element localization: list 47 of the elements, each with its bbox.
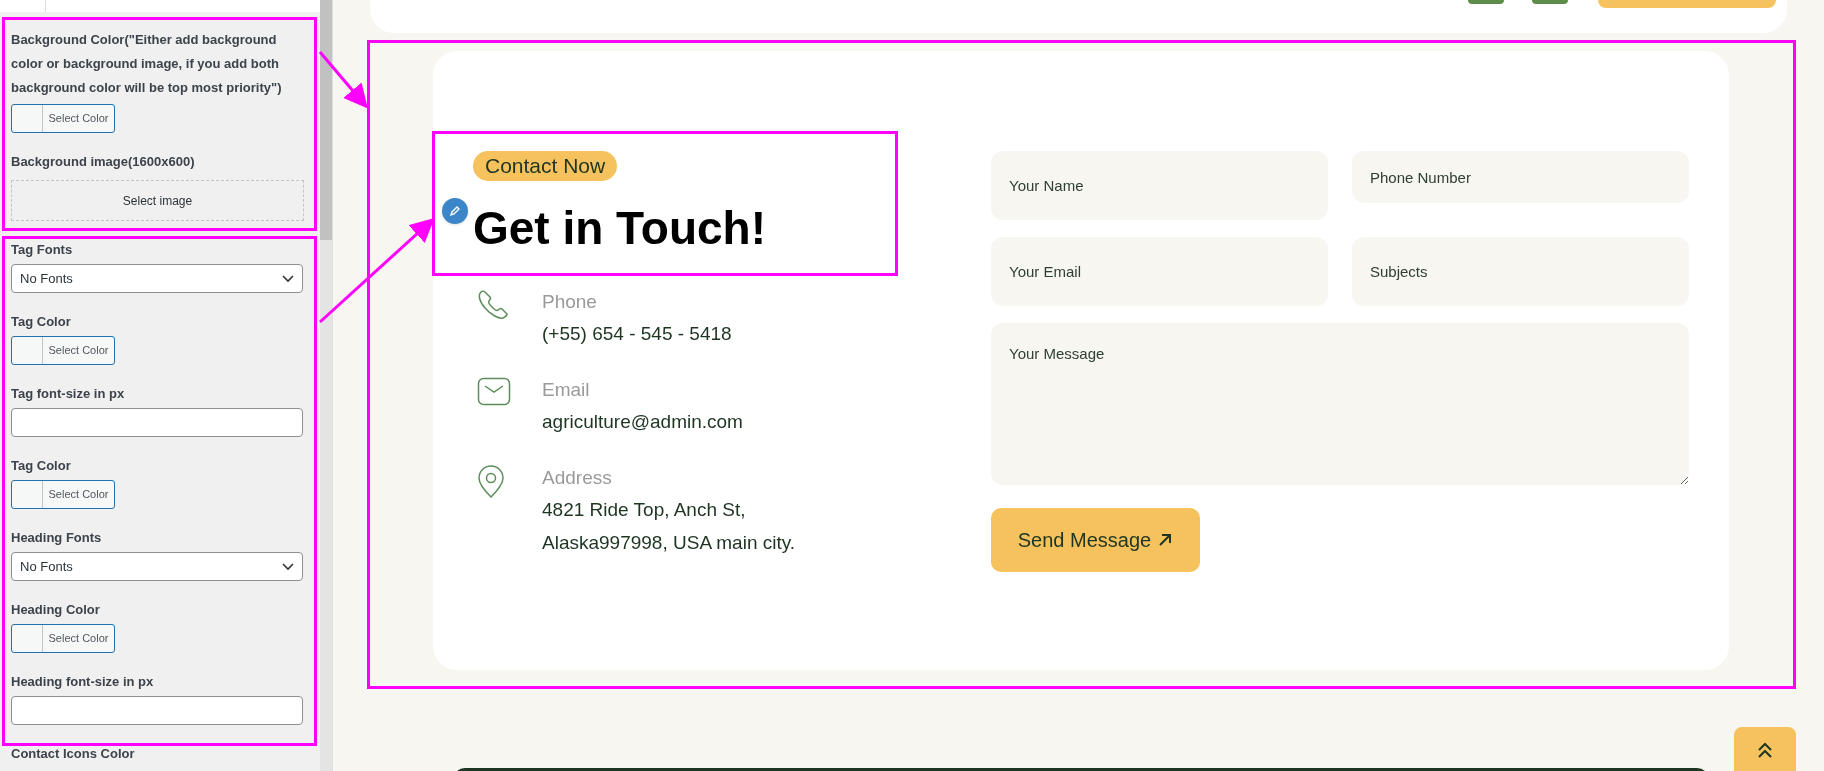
select-color-button[interactable]: Select Color bbox=[11, 104, 115, 133]
input-field[interactable]: Subjects bbox=[1352, 237, 1689, 306]
contact-heading: Get in Touch! bbox=[473, 201, 767, 256]
field-label: Heading Fonts bbox=[11, 529, 103, 547]
location-pin-icon bbox=[477, 465, 505, 499]
font-size-input[interactable] bbox=[11, 696, 303, 725]
contact-detail: agriculture@admin.com bbox=[542, 410, 743, 434]
contact-label: Address bbox=[542, 466, 613, 490]
message-field[interactable]: Your Message bbox=[991, 323, 1689, 485]
field-label: Tag Fonts bbox=[11, 241, 74, 259]
chevron-down-icon bbox=[282, 562, 294, 571]
field-label: Heading font-size in px bbox=[11, 673, 155, 691]
mail-icon bbox=[477, 377, 511, 407]
font-select[interactable]: No Fonts bbox=[11, 264, 303, 293]
input-field[interactable]: Your Email bbox=[991, 237, 1328, 306]
contact-detail: (+55) 654 - 545 - 5418 bbox=[542, 322, 732, 346]
scrollbar[interactable] bbox=[320, 0, 332, 771]
field-label: Tag Color bbox=[11, 313, 72, 331]
edit-icon[interactable] bbox=[442, 198, 468, 224]
select-image-button[interactable]: Select image bbox=[11, 180, 304, 221]
input-field[interactable]: Your Name bbox=[991, 151, 1328, 220]
contact-detail: 4821 Ride Top, Anch St, bbox=[542, 498, 747, 522]
field-label: Background Color("Either add background color or background image, if you add both background color will be top most priority") bbox=[11, 31, 283, 97]
select-color-button[interactable]: Select Color bbox=[11, 336, 115, 365]
select-color-button[interactable]: Select Color bbox=[11, 480, 115, 509]
field-label: Heading Color bbox=[11, 601, 101, 619]
annotation-arrow bbox=[318, 51, 368, 109]
phone-icon bbox=[477, 289, 511, 321]
contact-detail: Alaska997998, USA main city. bbox=[542, 531, 796, 555]
contact-label: Email bbox=[542, 378, 591, 402]
field-label: Contact Icons Color bbox=[11, 745, 136, 763]
scroll-to-top-button[interactable] bbox=[1734, 727, 1796, 771]
chevron-down-icon bbox=[282, 274, 294, 283]
contact-tag: Contact Now bbox=[473, 151, 618, 181]
input-field[interactable]: Phone Number bbox=[1352, 151, 1689, 203]
contact-label: Phone bbox=[542, 290, 598, 314]
field-label: Tag Color bbox=[11, 457, 72, 475]
arrow-up-right-icon bbox=[1157, 532, 1174, 548]
field-label: Tag font-size in px bbox=[11, 385, 126, 403]
double-chevron-up-icon bbox=[1756, 741, 1774, 759]
field-label: Background image(1600x600) bbox=[11, 153, 196, 171]
send-message-button[interactable]: Send Message bbox=[991, 508, 1200, 572]
font-select[interactable]: No Fonts bbox=[11, 552, 303, 581]
select-color-button[interactable]: Select Color bbox=[11, 624, 115, 653]
header-button[interactable] bbox=[1532, 0, 1568, 4]
header-button[interactable] bbox=[1468, 0, 1504, 4]
font-size-input[interactable] bbox=[11, 408, 303, 437]
